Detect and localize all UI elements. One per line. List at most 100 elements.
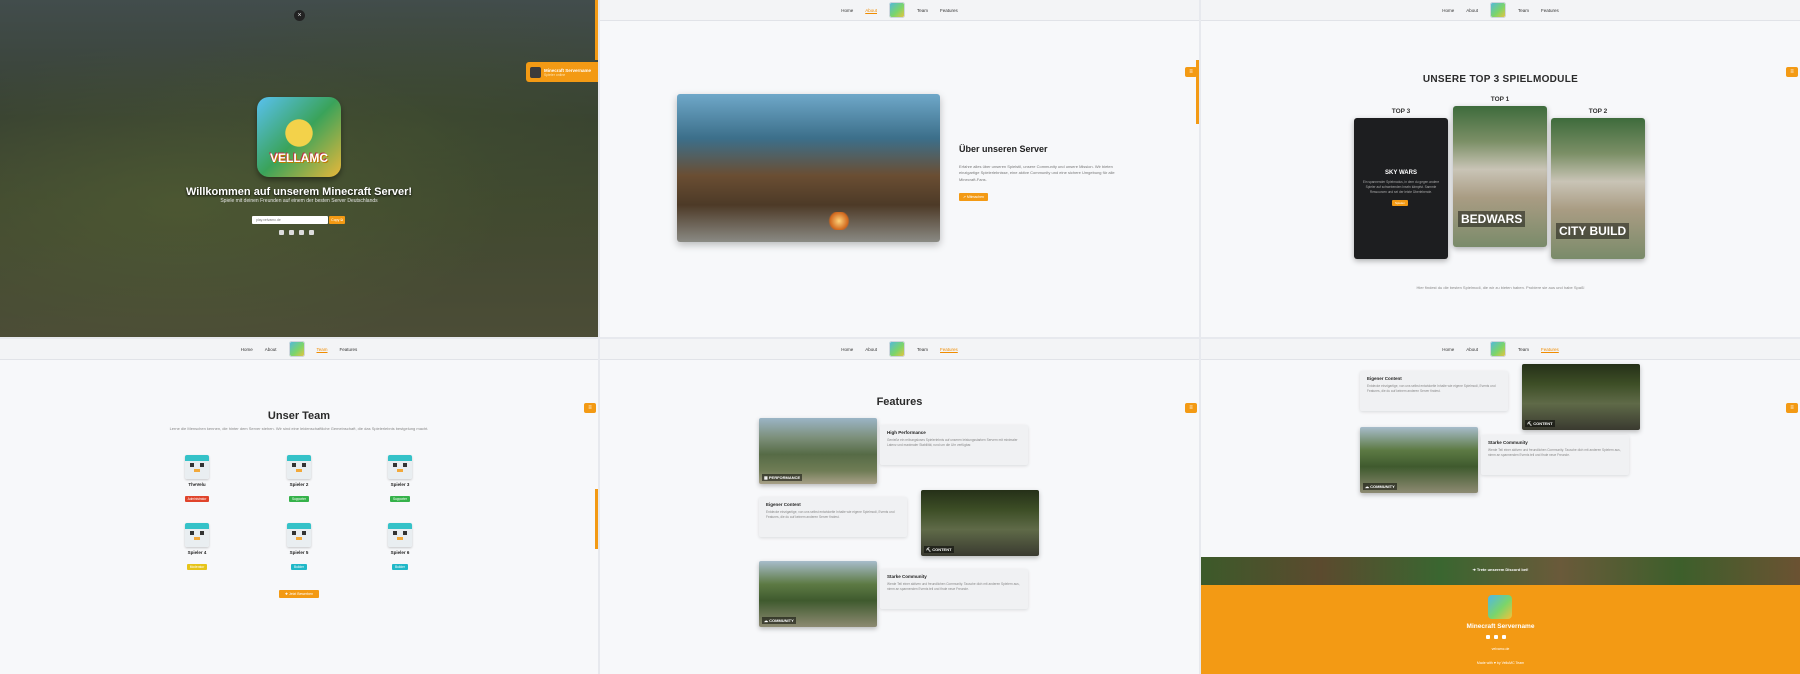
module-card-bedwars[interactable]: BEDWARS [1453,106,1547,247]
footer-social-links [1486,635,1506,639]
nav-features[interactable]: Features [340,347,358,352]
close-icon[interactable]: × [294,10,305,21]
feature-card: High Performance Genieße ein reibungslos… [880,425,1028,465]
copy-ip-button[interactable]: Copy ⧉ [329,216,345,224]
team-member: Spieler 6 Builder [380,523,420,573]
nav-team[interactable]: Team [1518,8,1529,13]
scroll-indicator [595,0,598,60]
discord-icon[interactable] [1494,635,1498,639]
chat-icon[interactable] [289,230,294,235]
top1-label: TOP 1 [1490,96,1510,103]
navbar: Home About Team Features [600,339,1199,360]
about-image [677,94,940,242]
navbar: Home About Team Features [600,0,1199,21]
server-icon [530,66,541,78]
module-name: CITY BUILD [1556,223,1630,239]
youtube-icon[interactable] [1502,635,1506,639]
footer-domain[interactable]: velvamc.de [1201,647,1800,651]
nav-features[interactable]: Features [940,347,958,352]
nav-features[interactable]: Features [1541,8,1559,13]
nav-logo[interactable] [889,341,905,357]
team-member: TheVelu Administrator [177,455,217,505]
feature-title: Starke Community [887,574,927,579]
avatar [287,455,311,479]
module-name: SKY WARS [1385,170,1417,176]
footer-copyright: Made with ♥ by VelluMC Team [1476,661,1525,665]
feature-tag: ☁ COMMUNITY [762,617,796,624]
nav-logo[interactable] [288,341,305,357]
team-subtitle: Lerne die Menschen kennen, die hinter de… [169,426,429,431]
feature-image: ▦ PERFORMANCE [759,418,877,484]
nav-team[interactable]: Team [917,347,928,352]
avatar [388,523,412,547]
feature-text: Entdecke einzigartige, von uns selbst en… [1367,384,1496,393]
feature-image: ⛏ CONTENT [1522,364,1640,430]
nav-home[interactable]: Home [841,8,853,13]
nav-features[interactable]: Features [1541,347,1559,352]
feature-card: Starke Community Werde Teil einer aktive… [880,569,1028,609]
feature-tag: ▦ PERFORMANCE [762,474,803,481]
nav-about[interactable]: About [865,347,877,352]
nav-about[interactable]: About [1466,8,1478,13]
nav-about[interactable]: About [1466,347,1478,352]
nav-logo[interactable] [889,2,905,18]
nav-team[interactable]: Team [1518,347,1529,352]
footer: Minecraft Servername velvamc.de Made wit… [1201,585,1800,674]
top3-label: TOP 3 [1391,108,1411,115]
feature-title: Starke Community [1488,440,1528,445]
role-badge: Supporter [390,496,410,502]
team-member: Spieler 4 Moderator [177,523,217,573]
discord-banner-text: ➜ Trete unserem Discord bei! [1472,567,1529,572]
about-title: Über unseren Server [959,144,1048,154]
feature-card: Eigener Content Entdecke einzigartige, v… [1360,371,1508,411]
side-menu-icon[interactable]: ≡ [1786,403,1798,413]
nav-home[interactable]: Home [1442,347,1454,352]
twitter-icon[interactable] [1486,635,1490,639]
top2-label: TOP 2 [1588,108,1608,115]
module-card-citybuild[interactable]: CITY BUILD [1551,118,1645,259]
member-name: Spieler 2 [289,482,309,487]
youtube-icon[interactable] [299,230,304,235]
footer-logo [1488,595,1512,619]
about-text: Erfahre alles über unseren Spielstil, un… [959,164,1115,182]
nav-home[interactable]: Home [841,347,853,352]
hero-subtitle: Spiele mit deinen Freunden auf einem der… [220,198,378,204]
nav-logo[interactable] [1490,2,1506,18]
nav-team[interactable]: Team [317,347,328,352]
navbar: Home About Team Features [1201,339,1800,360]
feature-image: ⛏ CONTENT [921,490,1039,556]
server-status-card[interactable]: Minecraft Servername Spieler online [526,62,598,82]
server-card-subtitle: Spieler online [544,72,566,77]
features-section: Home About Team Features ≡ Features ▦ PE… [600,339,1199,674]
server-ip-field[interactable]: play.velvamc.de [252,216,328,224]
team-member: Spieler 3 Supporter [380,455,420,505]
nav-logo[interactable] [1490,341,1506,357]
team-member: Spieler 2 Supporter [279,455,319,505]
module-card-skywars[interactable]: SKY WARS Ein spannender Spielmodus, in d… [1354,118,1448,259]
tiktok-icon[interactable] [309,230,314,235]
nav-team[interactable]: Team [917,8,928,13]
nav-features[interactable]: Features [940,8,958,13]
avatar [185,455,209,479]
feature-text: Entdecke einzigartige, von uns selbst en… [766,510,895,519]
nav-home[interactable]: Home [241,347,253,352]
nav-about[interactable]: About [265,347,277,352]
discord-banner[interactable]: ➜ Trete unserem Discord bei! [1201,557,1800,585]
footer-server-name: Minecraft Servername [1466,623,1535,630]
team-section: Home About Team Features ≡ Unser Team Le… [0,339,598,674]
feature-text: Werde Teil einer aktiven und freundliche… [1488,448,1621,457]
server-logo: VELLAMC [257,97,341,177]
screenshot-grid: × Minecraft Servername Spieler online VE… [0,0,1800,674]
feature-tag: ☁ COMMUNITY [1363,483,1397,490]
feature-tag: ⛏ CONTENT [924,546,954,553]
discord-icon[interactable] [279,230,284,235]
role-badge: Administrator [184,496,210,502]
avatar [388,455,412,479]
apply-button[interactable]: ✚ Jetzt Bewerben [279,590,319,598]
join-button[interactable]: ⇗ Mitmachen [959,193,988,201]
nav-about[interactable]: About [865,8,877,13]
play-button[interactable]: Spielen [1392,200,1408,206]
feature-tag: ⛏ CONTENT [1525,420,1555,427]
nav-home[interactable]: Home [1442,8,1454,13]
member-name: Spieler 6 [390,550,410,555]
